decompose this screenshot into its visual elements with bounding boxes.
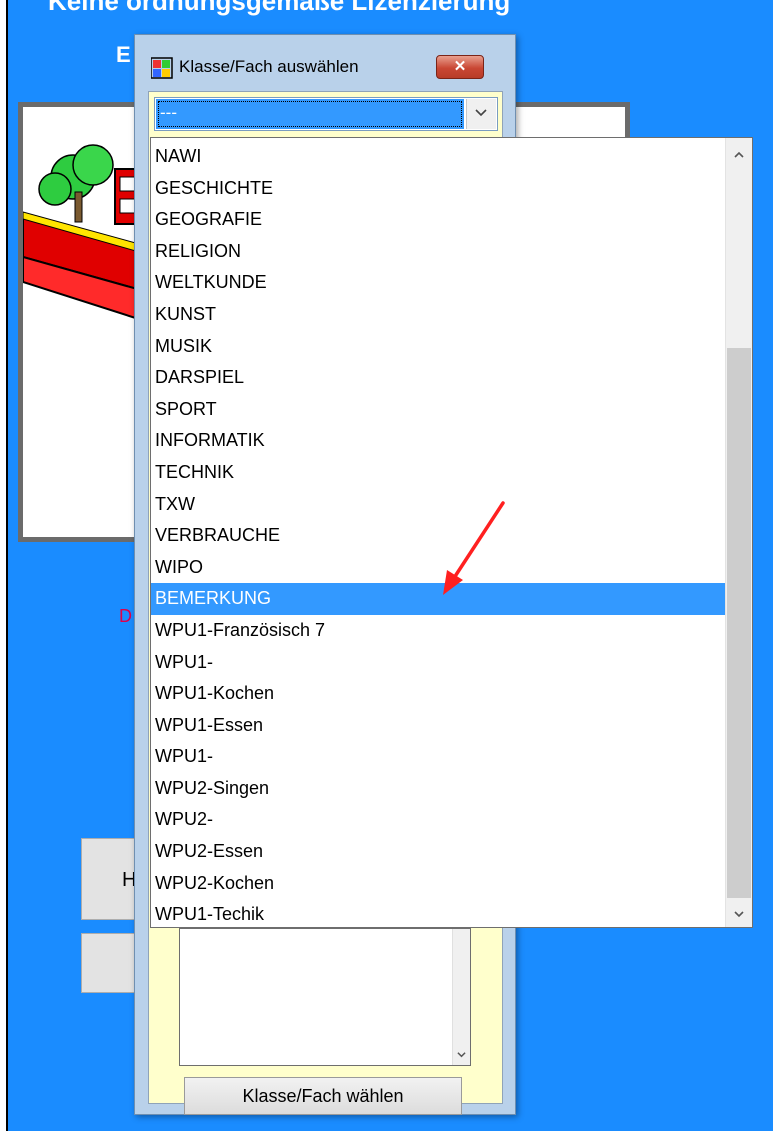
subject-combobox[interactable]: ---: [154, 97, 498, 131]
dropdown-item[interactable]: WPU1-: [151, 741, 725, 773]
close-button[interactable]: ✕: [436, 55, 484, 79]
dropdown-item[interactable]: WPU1-Techik: [151, 899, 725, 931]
chevron-down-icon[interactable]: [457, 1050, 466, 1059]
background-status-fragment: D: [119, 606, 132, 626]
dropdown-item[interactable]: WIPO: [151, 552, 725, 584]
dropdown-item[interactable]: WPU2-Singen: [151, 773, 725, 805]
chevron-down-icon[interactable]: [734, 909, 744, 919]
combobox-value[interactable]: ---: [156, 99, 464, 129]
class-listbox[interactable]: [179, 928, 471, 1066]
dropdown-item[interactable]: DARSPIEL: [151, 362, 725, 394]
dialog-title: Klasse/Fach auswählen: [179, 57, 359, 76]
chevron-up-icon[interactable]: [734, 150, 744, 160]
dropdown-item[interactable]: WPU1-Essen: [151, 710, 725, 742]
dropdown-item[interactable]: INFORMATIK: [151, 425, 725, 457]
choose-class-subject-button[interactable]: Klasse/Fach wählen: [184, 1077, 462, 1115]
app-icon: [151, 57, 173, 79]
subject-dropdown-list[interactable]: NAWI GESCHICHTE GEOGRAFIE RELIGION WELTKUNDE…: [150, 137, 753, 928]
scrollbar-thumb[interactable]: [727, 348, 751, 898]
dropdown-item[interactable]: TECHNIK: [151, 457, 725, 489]
dropdown-scrollbar[interactable]: [725, 138, 752, 927]
listbox-scrollbar[interactable]: [452, 929, 470, 1065]
dropdown-item[interactable]: VERBRAUCHE: [151, 520, 725, 552]
dropdown-item[interactable]: WPU1-Kochen: [151, 678, 725, 710]
dropdown-item[interactable]: TXW: [151, 489, 725, 521]
dropdown-item[interactable]: GESCHICHTE: [151, 173, 725, 205]
dropdown-item[interactable]: SPORT: [151, 394, 725, 426]
background-title: Keine ordnungsgemäße Lizenzierung: [48, 0, 511, 16]
dropdown-item[interactable]: KUNST: [151, 299, 725, 331]
dropdown-item[interactable]: RELIGION: [151, 236, 725, 268]
dropdown-item[interactable]: WELTKUNDE: [151, 267, 725, 299]
dialog-titlebar[interactable]: Klasse/Fach auswählen ✕: [135, 35, 515, 93]
dropdown-item[interactable]: NAWI: [151, 141, 725, 173]
dropdown-item[interactable]: WPU2-Essen: [151, 836, 725, 868]
dropdown-item[interactable]: WPU2-: [151, 804, 725, 836]
dropdown-item[interactable]: BEMERKUNG: [151, 583, 725, 615]
dropdown-item[interactable]: MUSIK: [151, 331, 725, 363]
dropdown-item[interactable]: WPU1-Französisch 7: [151, 615, 725, 647]
close-icon: ✕: [453, 58, 467, 75]
dropdown-item[interactable]: WPU2-Kochen: [151, 868, 725, 900]
dropdown-items: NAWI GESCHICHTE GEOGRAFIE RELIGION WELTKUNDE…: [151, 141, 725, 931]
dropdown-item[interactable]: GEOGRAFIE: [151, 204, 725, 236]
combobox-dropdown-button[interactable]: [466, 99, 496, 129]
background-heading-fragment: E: [116, 42, 131, 67]
chevron-down-icon: [475, 109, 487, 117]
dropdown-item[interactable]: WPU1-: [151, 647, 725, 679]
